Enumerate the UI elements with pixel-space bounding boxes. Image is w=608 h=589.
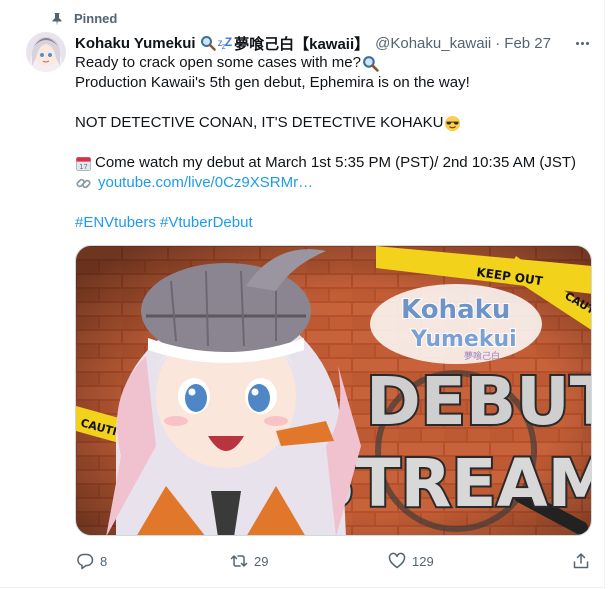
more-dot-icon <box>580 41 584 45</box>
author-handle[interactable]: @Kohaku_kawaii <box>375 35 491 52</box>
tweet-text-line4: Come watch my debut at March 1st 5:35 PM… <box>95 154 577 171</box>
sleeping-icon: zzZ <box>217 35 233 51</box>
author-display-name-suffix[interactable]: 夢喰己白【kawaii】 <box>234 33 369 54</box>
sunglasses-face-icon <box>445 115 461 131</box>
link-icon <box>76 178 91 188</box>
kohaku-logo: Kohaku Yumekui 夢喰己白 <box>370 284 542 364</box>
avatar-image <box>26 32 66 72</box>
share-icon <box>573 553 589 569</box>
debut-stream-image: KEEP OUT CAUTION CAUTION DEBUT STREAM Ko… <box>76 246 592 535</box>
retweet-button[interactable]: 29 <box>230 551 268 571</box>
heart-icon <box>388 552 406 569</box>
share-button[interactable] <box>572 551 590 571</box>
reply-button[interactable]: 8 <box>76 551 107 571</box>
timeline-border <box>604 0 605 589</box>
debut-title: DEBUT <box>366 363 592 440</box>
more-dot-icon <box>585 41 589 45</box>
tweet-line-1: Ready to crack open some cases with me? <box>75 53 379 73</box>
more-options-button[interactable] <box>572 35 592 51</box>
tweet-line-5: youtube.com/live/0Cz9XSRMr… <box>75 173 313 193</box>
tweet-line-4: 17 Come watch my debut at March 1st 5:35… <box>75 153 576 173</box>
tweet-actions: 8 29 129 <box>0 551 608 571</box>
magnifying-glass-icon <box>200 36 216 51</box>
author-display-name[interactable]: Kohaku Yumekui <box>75 35 196 52</box>
tweet-line-6: #ENVtubers #VtuberDebut <box>75 213 253 233</box>
hashtags[interactable]: #ENVtubers #VtuberDebut <box>75 213 253 233</box>
tweet-date[interactable]: Feb 27 <box>504 35 551 52</box>
tweet-text-line2: Production Kawaii's 5th gen debut, Ephem… <box>75 74 470 91</box>
magnifying-glass-icon <box>363 55 379 72</box>
reply-icon <box>77 553 94 570</box>
tweet-line-2: Production Kawaii's 5th gen debut, Ephem… <box>75 73 470 93</box>
like-count: 129 <box>412 553 434 569</box>
retweet-icon <box>230 555 248 567</box>
svg-text:17: 17 <box>79 163 87 171</box>
separator-dot: · <box>495 34 501 52</box>
tweet-header: Kohaku Yumekui zzZ 夢喰己白【kawaii】 @Kohaku_… <box>75 33 551 53</box>
like-button[interactable]: 129 <box>388 551 434 571</box>
tweet-text-line3: NOT DETECTIVE CONAN, IT'S DETECTIVE KOHA… <box>75 114 444 131</box>
tweet-divider <box>0 587 605 588</box>
youtube-link[interactable]: youtube.com/live/0Cz9XSRMr… <box>98 173 313 193</box>
calendar-icon: 17 <box>76 156 91 171</box>
reply-count: 8 <box>100 553 108 569</box>
more-dot-icon <box>575 41 579 45</box>
tweet-media-image[interactable]: KEEP OUT CAUTION CAUTION DEBUT STREAM Ko… <box>75 245 592 536</box>
pinned-label: Pinned <box>74 11 118 26</box>
avatar[interactable] <box>26 32 66 72</box>
tweet-line-3: NOT DETECTIVE CONAN, IT'S DETECTIVE KOHA… <box>75 113 461 133</box>
tweet-text-line1: Ready to crack open some cases with me? <box>75 54 361 71</box>
retweet-count: 29 <box>254 553 269 569</box>
logo-line-1: Kohaku <box>401 295 510 325</box>
logo-sub: 夢喰己白 <box>464 350 500 362</box>
pin-icon <box>52 13 62 26</box>
logo-line-2: Yumekui <box>410 327 517 352</box>
